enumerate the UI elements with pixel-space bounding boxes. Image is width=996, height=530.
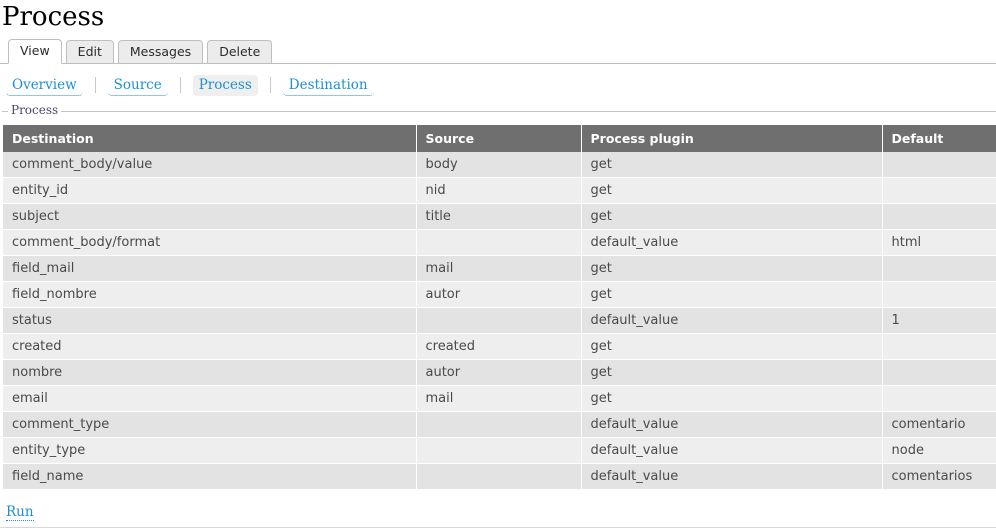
cell-destination: email bbox=[3, 385, 417, 412]
table-row: email mail get bbox=[3, 385, 996, 412]
cell-plugin: get bbox=[581, 359, 883, 386]
primary-tab-edit[interactable]: Edit bbox=[65, 40, 114, 64]
secondary-tab-destination[interactable]: Destination bbox=[282, 74, 374, 96]
primary-tab-bar: View Edit Messages Delete bbox=[0, 37, 996, 64]
cell-plugin: get bbox=[581, 281, 883, 308]
process-fieldset-legend: Process bbox=[8, 103, 62, 117]
table-row: comment_type default_value comentario bbox=[3, 411, 996, 438]
secondary-tab-source[interactable]: Source bbox=[107, 74, 168, 96]
cell-plugin: get bbox=[581, 385, 883, 412]
secondary-tab-item: Source bbox=[107, 74, 168, 96]
table-row: entity_id nid get bbox=[3, 177, 996, 204]
secondary-tab-item: Overview bbox=[6, 74, 83, 96]
column-header-source: Source bbox=[416, 125, 582, 152]
cell-destination: entity_type bbox=[3, 437, 417, 464]
secondary-tab-item: Destination bbox=[282, 74, 374, 96]
cell-destination: field_nombre bbox=[3, 281, 417, 308]
cell-default bbox=[882, 333, 996, 360]
cell-destination: nombre bbox=[3, 359, 417, 386]
cell-source: title bbox=[416, 203, 582, 230]
cell-plugin: get bbox=[581, 203, 883, 230]
column-header-process-plugin: Process plugin bbox=[581, 125, 883, 152]
cell-default: html bbox=[882, 229, 996, 256]
cell-default bbox=[882, 177, 996, 204]
secondary-tab-overview[interactable]: Overview bbox=[6, 74, 83, 96]
cell-default bbox=[882, 281, 996, 308]
cell-plugin: default_value bbox=[581, 437, 883, 464]
column-header-default: Default bbox=[882, 125, 996, 152]
table-row: created created get bbox=[3, 333, 996, 360]
primary-tab-delete[interactable]: Delete bbox=[207, 40, 273, 64]
table-row: comment_body/format default_value html bbox=[3, 229, 996, 256]
cell-source: mail bbox=[416, 255, 582, 282]
cell-source bbox=[416, 229, 582, 256]
secondary-tab-separator bbox=[94, 77, 96, 93]
table-row: subject title get bbox=[3, 203, 996, 230]
cell-default: 1 bbox=[882, 307, 996, 334]
cell-default: node bbox=[882, 437, 996, 464]
cell-source: autor bbox=[416, 281, 582, 308]
cell-destination: status bbox=[3, 307, 417, 334]
cell-destination: field_mail bbox=[3, 255, 417, 282]
cell-default bbox=[882, 255, 996, 282]
primary-tab-messages[interactable]: Messages bbox=[117, 40, 204, 64]
table-row: comment_body/value body get bbox=[3, 152, 996, 178]
cell-default: comentario bbox=[882, 411, 996, 438]
secondary-tab-bar: Overview Source Process Destination bbox=[0, 73, 996, 97]
cell-source bbox=[416, 463, 582, 490]
cell-plugin: get bbox=[581, 152, 883, 178]
secondary-tab-item: Process bbox=[192, 74, 258, 96]
table-row: nombre autor get bbox=[3, 359, 996, 386]
cell-default bbox=[882, 152, 996, 178]
actions-bar: Run bbox=[0, 490, 996, 521]
cell-source bbox=[416, 411, 582, 438]
cell-plugin: get bbox=[581, 177, 883, 204]
cell-default: comentarios bbox=[882, 463, 996, 490]
run-link[interactable]: Run bbox=[6, 504, 34, 521]
table-row: entity_type default_value node bbox=[3, 437, 996, 464]
page-title: Process bbox=[2, 2, 105, 32]
cell-source: autor bbox=[416, 359, 582, 386]
table-header: Destination Source Process plugin Defaul… bbox=[3, 125, 996, 152]
table-body: comment_body/value body get entity_id nid get… bbox=[3, 152, 996, 490]
cell-source bbox=[416, 437, 582, 464]
process-fieldset: Process Destination Source Process plugi… bbox=[2, 103, 996, 490]
table-row: field_mail mail get bbox=[3, 255, 996, 282]
cell-destination: comment_type bbox=[3, 411, 417, 438]
secondary-tab-separator bbox=[179, 77, 181, 93]
table-row: field_nombre autor get bbox=[3, 281, 996, 308]
table-header-row: Destination Source Process plugin Defaul… bbox=[3, 125, 996, 152]
cell-default bbox=[882, 385, 996, 412]
cell-source bbox=[416, 307, 582, 334]
cell-source: created bbox=[416, 333, 582, 360]
cell-source: nid bbox=[416, 177, 582, 204]
cell-source: mail bbox=[416, 385, 582, 412]
cell-plugin: default_value bbox=[581, 307, 883, 334]
secondary-tab-process: Process bbox=[192, 74, 258, 96]
secondary-tab-separator bbox=[269, 77, 271, 93]
cell-default bbox=[882, 203, 996, 230]
cell-plugin: default_value bbox=[581, 229, 883, 256]
cell-plugin: default_value bbox=[581, 463, 883, 490]
cell-destination: subject bbox=[3, 203, 417, 230]
primary-tab-view[interactable]: View bbox=[8, 39, 62, 64]
cell-source: body bbox=[416, 152, 582, 178]
column-header-destination: Destination bbox=[3, 125, 417, 152]
table-row: field_name default_value comentarios bbox=[3, 463, 996, 490]
cell-destination: field_name bbox=[3, 463, 417, 490]
cell-destination: comment_body/format bbox=[3, 229, 417, 256]
table-row: status default_value 1 bbox=[3, 307, 996, 334]
process-mapping-table: Destination Source Process plugin Defaul… bbox=[3, 125, 996, 490]
cell-default bbox=[882, 359, 996, 386]
cell-plugin: get bbox=[581, 255, 883, 282]
cell-plugin: default_value bbox=[581, 411, 883, 438]
cell-plugin: get bbox=[581, 333, 883, 360]
page-bottom-divider bbox=[0, 527, 996, 528]
cell-destination: comment_body/value bbox=[3, 152, 417, 178]
cell-destination: created bbox=[3, 333, 417, 360]
cell-destination: entity_id bbox=[3, 177, 417, 204]
